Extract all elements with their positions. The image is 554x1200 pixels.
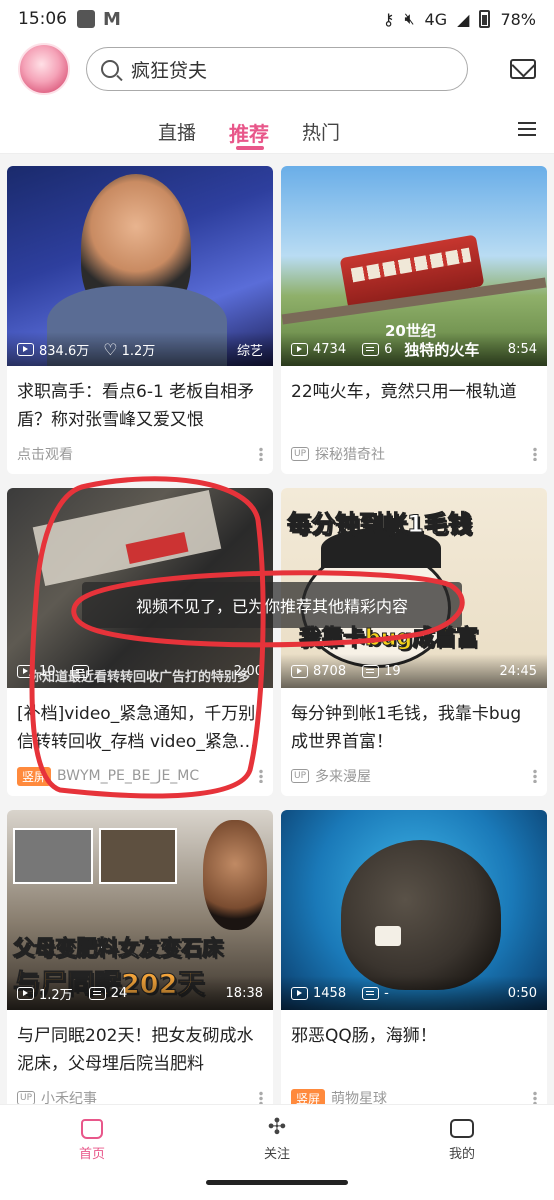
vertical-tag: 竖屏 (17, 766, 52, 786)
author-name[interactable]: BWYM_PE_BE_JE_MC (57, 768, 199, 784)
video-title[interactable]: 每分钟到帐1毛钱，我靠卡bug成世界首富！ (281, 688, 547, 756)
video-duration: 2:00 (233, 663, 263, 679)
uploader-icon: UP (17, 1091, 36, 1105)
video-title[interactable]: 与尸同眠202天！把女友砌成水泥床，父母埋后院当肥料 (7, 1010, 273, 1078)
video-card[interactable]: 1458 - 0:50 邪恶QQ肠，海狮！ 竖屏 萌物星球 (281, 810, 547, 1118)
avatar[interactable] (18, 43, 70, 95)
video-title[interactable]: 22吨火车，竟然只用一根轨道 (281, 366, 547, 434)
video-duration: 8:54 (507, 341, 537, 357)
top-header: 疯狂贷夫 (0, 38, 554, 100)
status-bar: 15:06 M ⚷ 🔇︎ 4G ◢ 78% (0, 0, 554, 38)
author-name[interactable]: 点击观看 (17, 444, 73, 464)
nav-home[interactable]: 首页 (52, 1113, 132, 1162)
more-options-icon[interactable] (259, 769, 263, 783)
like-count: 1.2万 (121, 343, 156, 359)
play-count-icon (17, 986, 34, 1000)
danmaku-icon (88, 986, 106, 1000)
play-count-icon (291, 664, 308, 678)
play-count-icon (291, 342, 308, 356)
tv-icon (450, 1119, 474, 1138)
uploader-icon: UP (291, 769, 310, 783)
video-thumbnail[interactable]: 父母变肥料女友变石床 与尸同眠202天 1.2万 24 18:38 (7, 810, 273, 1010)
play-count-icon (17, 664, 34, 678)
nav-home-label: 首页 (78, 1147, 105, 1162)
nav-profile[interactable]: 我的 (422, 1113, 502, 1162)
uploader-icon: UP (291, 447, 310, 461)
video-card[interactable]: 20世纪 4734 6 独特的火车 8:54 22吨火车，竟然只用一根轨道 UP… (281, 166, 547, 474)
play-count-icon (17, 342, 34, 356)
nav-follow[interactable]: ✣ 关注 (237, 1113, 317, 1162)
video-title[interactable]: [补档]video_紧急通知，千万别信转转回收_存档 video_紧急通知，千万… (7, 688, 273, 756)
view-count: 8708 (313, 663, 347, 679)
like-icon: ♡ (103, 339, 118, 359)
cover-caption: 父母变肥料女友变石床 (13, 936, 224, 961)
danmaku-count: 6 (384, 341, 393, 357)
tab-recommend[interactable]: 推荐 (229, 118, 269, 147)
signal-icon: ◢ (457, 9, 470, 29)
danmaku-count: 24 (110, 985, 128, 1001)
battery-level: 78% (500, 9, 536, 29)
video-title[interactable]: 邪恶QQ肠，海狮！ (281, 1010, 547, 1078)
video-card[interactable]: 你知道最近看转转回收广告打的特别多 10 2:00 [补档]video_紧急通知… (7, 488, 273, 796)
video-duration: 24:45 (499, 663, 537, 679)
video-thumbnail[interactable]: 834.6万 ♡ 1.2万 综艺 (7, 166, 273, 366)
video-thumbnail[interactable]: 1458 - 0:50 (281, 810, 547, 1010)
video-card[interactable]: 每分钟到帐1毛钱 我靠卡bug成首富 8708 19 24:45 每分钟到帐1毛… (281, 488, 547, 796)
author-name[interactable]: 多来漫屋 (315, 766, 371, 786)
search-text: 疯狂贷夫 (131, 59, 208, 82)
danmaku-icon (362, 986, 380, 1000)
bottom-navigation: 首页 ✣ 关注 我的 (0, 1104, 554, 1200)
play-count-icon (291, 986, 308, 1000)
more-options-icon[interactable] (533, 447, 537, 461)
tab-active-indicator (236, 146, 264, 150)
view-count: 1458 (313, 985, 347, 1001)
gallery-icon (77, 10, 95, 28)
search-bar[interactable]: 疯狂贷夫 (86, 47, 468, 91)
view-count: 834.6万 (39, 343, 90, 359)
network-type: 4G (424, 9, 448, 29)
mute-icon: 🔇︎ (404, 9, 415, 28)
battery-icon (479, 10, 491, 28)
video-duration: 0:50 (507, 985, 537, 1001)
tab-hot[interactable]: 热门 (302, 118, 340, 145)
danmaku-icon (362, 664, 380, 678)
search-icon (101, 60, 119, 78)
cover-caption: 独特的火车 (404, 340, 480, 359)
more-options-icon[interactable] (533, 1091, 537, 1105)
message-icon[interactable] (510, 59, 536, 79)
danmaku-count: 19 (384, 663, 401, 679)
video-unavailable-toast: 视频不见了，已为你推荐其他精彩内容 (82, 582, 462, 628)
view-count: 10 (39, 663, 56, 679)
video-title[interactable]: 求职高手：看点6-1 老板自相矛盾？称对张雪峰又爱又恨 (7, 366, 273, 434)
video-duration: 18:38 (225, 985, 263, 1001)
more-options-icon[interactable] (259, 447, 263, 461)
more-options-icon[interactable] (259, 1091, 263, 1105)
author-name[interactable]: 探秘猎奇社 (315, 444, 385, 464)
danmaku-icon (71, 664, 89, 678)
app-screen: 15:06 M ⚷ 🔇︎ 4G ◢ 78% 疯狂贷夫 直播 推荐 热门 834.… (0, 0, 554, 1200)
danmaku-count: - (384, 985, 389, 1001)
more-options-icon[interactable] (533, 769, 537, 783)
video-thumbnail[interactable]: 20世纪 4734 6 独特的火车 8:54 (281, 166, 547, 366)
video-card[interactable]: 834.6万 ♡ 1.2万 综艺 求职高手：看点6-1 老板自相矛盾？称对张雪峰… (7, 166, 273, 474)
view-count: 1.2万 (39, 987, 73, 1003)
home-icon (81, 1119, 103, 1139)
video-card[interactable]: 父母变肥料女友变石床 与尸同眠202天 1.2万 24 18:38 与尸同眠20… (7, 810, 273, 1118)
nav-follow-label: 关注 (263, 1147, 290, 1162)
mail-notification-icon: M (103, 8, 121, 30)
category-badge: 综艺 (236, 343, 263, 359)
menu-icon[interactable] (518, 122, 536, 136)
gesture-bar (206, 1180, 348, 1185)
pinwheel-icon: ✣ (267, 1115, 287, 1140)
danmaku-icon (362, 342, 380, 356)
tab-live[interactable]: 直播 (158, 118, 196, 145)
nav-profile-label: 我的 (448, 1147, 475, 1162)
channel-tabs: 直播 推荐 热门 (0, 100, 554, 154)
status-time: 15:06 (18, 9, 67, 29)
view-count: 4734 (313, 341, 347, 357)
cover-caption: 每分钟到帐1毛钱 (287, 510, 473, 539)
key-icon: ⚷ (382, 9, 395, 29)
